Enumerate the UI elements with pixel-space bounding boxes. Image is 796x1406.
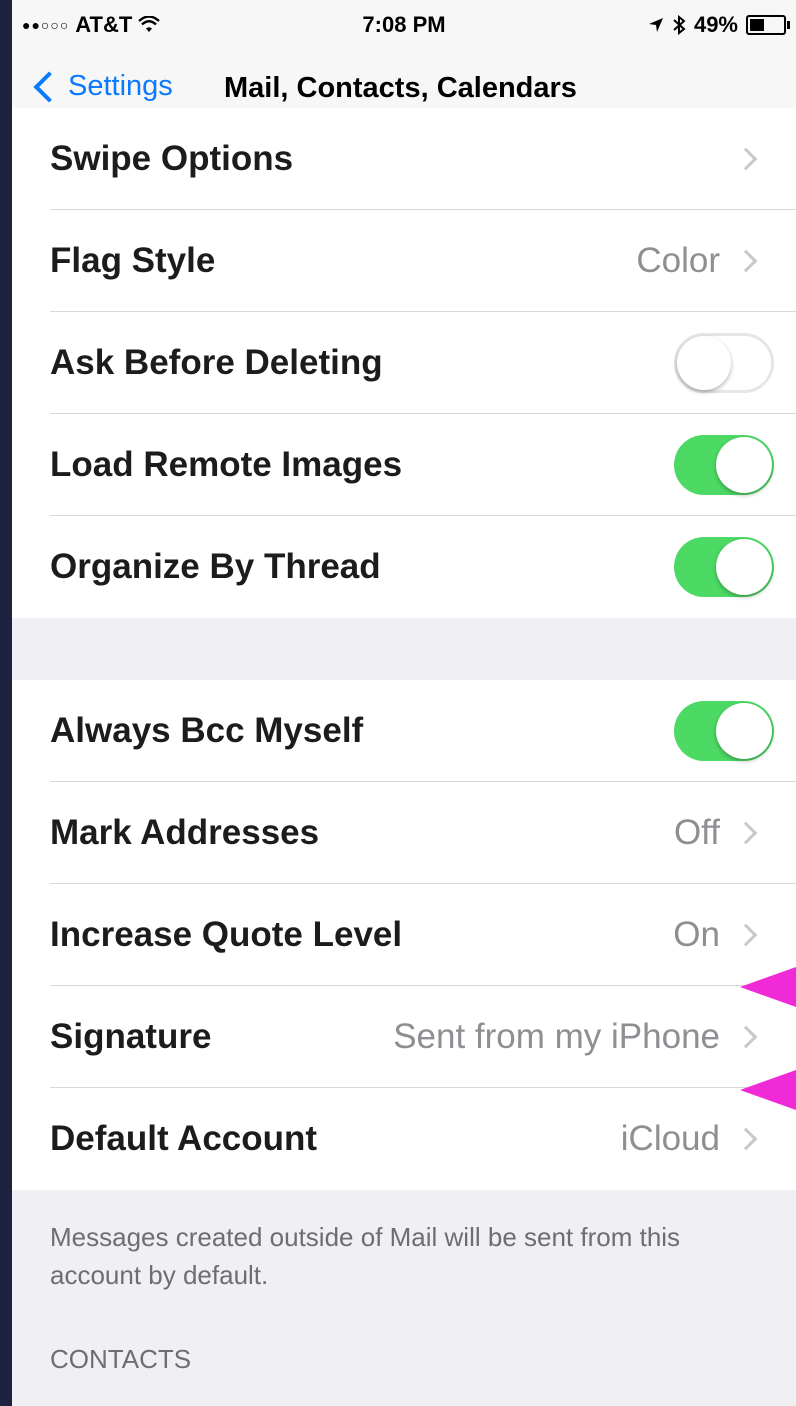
row-load-remote-images: Load Remote Images	[12, 414, 796, 516]
back-button-label: Settings	[68, 70, 173, 102]
status-right: 49%	[648, 12, 790, 38]
row-label: Swipe Options	[50, 139, 294, 178]
always-bcc-toggle[interactable]	[674, 701, 774, 761]
toggle-knob	[716, 437, 772, 493]
chevron-right-icon	[734, 249, 758, 273]
page-title: Mail, Contacts, Calendars	[224, 72, 577, 104]
chevron-right-icon	[734, 147, 758, 171]
row-label: Always Bcc Myself	[50, 711, 364, 750]
organize-by-thread-toggle[interactable]	[674, 537, 774, 597]
chevron-right-icon	[734, 821, 758, 845]
chevron-right-icon	[734, 1127, 758, 1151]
row-ask-before-deleting: Ask Before Deleting	[12, 312, 796, 414]
location-arrow-icon	[648, 18, 663, 32]
chevron-left-icon	[33, 70, 65, 103]
section-header-contacts: CONTACTS	[50, 1344, 192, 1374]
row-always-bcc-myself: Always Bcc Myself	[12, 680, 796, 782]
chevron-right-icon	[734, 923, 758, 947]
row-label: Flag Style	[50, 241, 216, 280]
settings-group-compose: Always Bcc Myself Mark Addresses Off Inc…	[12, 680, 796, 1190]
back-button[interactable]: Settings	[32, 70, 173, 103]
row-label: Ask Before Deleting	[50, 343, 383, 382]
row-signature[interactable]: Signature Sent from my iPhone	[12, 986, 796, 1088]
row-value: Off	[673, 813, 720, 852]
load-remote-images-toggle[interactable]	[674, 435, 774, 495]
row-flag-style[interactable]: Flag Style Color	[12, 210, 796, 312]
annotation-arrow	[740, 1070, 796, 1110]
annotation-arrow	[740, 967, 796, 1007]
battery-tip	[787, 21, 790, 29]
row-label: Increase Quote Level	[50, 915, 403, 954]
row-value: Sent from my iPhone	[393, 1017, 720, 1056]
toggle-knob	[677, 336, 731, 390]
settings-group-mail: Swipe Options Flag Style Color Ask Befor…	[12, 108, 796, 618]
toggle-knob	[716, 539, 772, 595]
ask-before-deleting-toggle[interactable]	[674, 333, 774, 393]
phone-screen: ●●○○○ AT&T 7:08 PM 49% Settings Mail, Co…	[12, 0, 796, 1406]
row-label: Default Account	[50, 1119, 318, 1158]
row-organize-by-thread: Organize By Thread	[12, 516, 796, 618]
row-value: Color	[636, 241, 720, 280]
battery-icon	[746, 15, 790, 35]
row-default-account[interactable]: Default Account iCloud	[12, 1088, 796, 1190]
row-value: On	[673, 915, 720, 954]
row-increase-quote-level[interactable]: Increase Quote Level On	[12, 884, 796, 986]
battery-fill	[750, 19, 764, 31]
bluetooth-icon	[673, 15, 686, 35]
row-swipe-options[interactable]: Swipe Options	[12, 108, 796, 210]
row-value: iCloud	[620, 1119, 720, 1158]
status-bar: ●●○○○ AT&T 7:08 PM 49%	[12, 0, 796, 48]
row-label: Organize By Thread	[50, 547, 381, 586]
row-label: Load Remote Images	[50, 445, 403, 484]
row-label: Mark Addresses	[50, 813, 320, 852]
chevron-right-icon	[734, 1025, 758, 1049]
row-mark-addresses[interactable]: Mark Addresses Off	[12, 782, 796, 884]
footer-note: Messages created outside of Mail will be…	[50, 1222, 681, 1290]
battery-percent: 49%	[693, 12, 738, 37]
toggle-knob	[716, 703, 772, 759]
row-label: Signature	[50, 1017, 212, 1056]
